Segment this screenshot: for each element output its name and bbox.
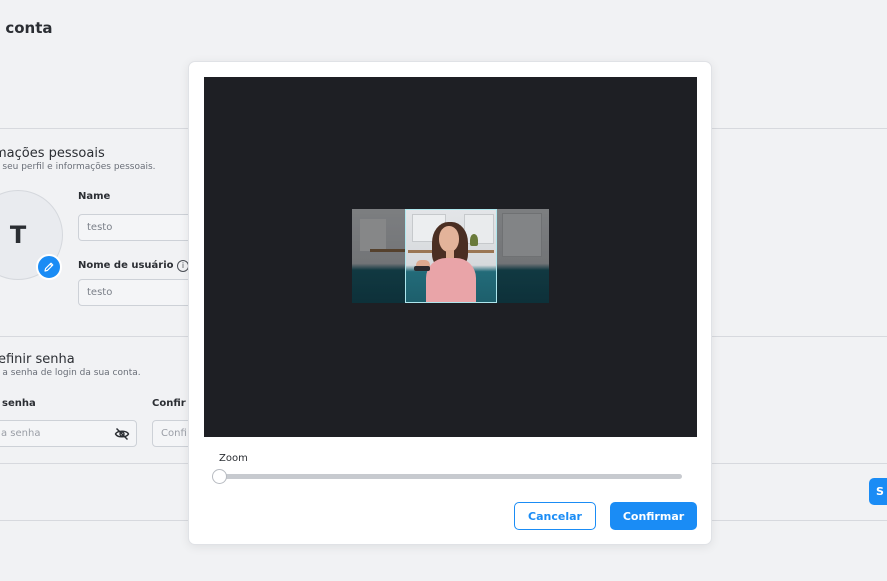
username-label: Nome de usuário (78, 260, 174, 271)
current-password-placeholder: a senha (1, 428, 41, 439)
name-label: Name (78, 191, 111, 202)
username-input-value: testo (87, 287, 113, 298)
avatar-edit-button[interactable] (36, 254, 62, 280)
personal-info-title: mações pessoais (0, 146, 105, 161)
crop-image-modal: Zoom Cancelar Confirmar (188, 61, 712, 545)
confirm-button[interactable]: Confirmar (610, 502, 697, 530)
page-title: a conta (0, 19, 53, 37)
name-input-value: testo (87, 222, 113, 233)
crop-area[interactable] (204, 77, 697, 437)
personal-info-subtitle: e seu perfil e informações pessoais. (0, 162, 156, 172)
zoom-slider-track[interactable] (219, 474, 682, 479)
zoom-label: Zoom (219, 453, 248, 464)
password-section-title: efinir senha (0, 352, 75, 367)
password-section-subtitle: e a senha de login da sua conta. (0, 368, 141, 378)
confirm-password-label: Confir (152, 398, 186, 409)
pencil-icon (44, 262, 54, 272)
current-password-label: senha (2, 398, 36, 409)
crop-selection-box[interactable] (405, 209, 497, 303)
eye-off-icon[interactable] (114, 427, 130, 441)
confirm-password-placeholder: Confi (161, 428, 187, 439)
photo-preview (352, 209, 549, 303)
name-input[interactable]: testo (78, 214, 198, 241)
avatar-initial: T (9, 221, 27, 249)
save-button[interactable]: S (869, 478, 887, 505)
username-input[interactable]: testo (78, 279, 198, 306)
cancel-button[interactable]: Cancelar (514, 502, 596, 530)
zoom-slider-thumb[interactable] (212, 469, 227, 484)
